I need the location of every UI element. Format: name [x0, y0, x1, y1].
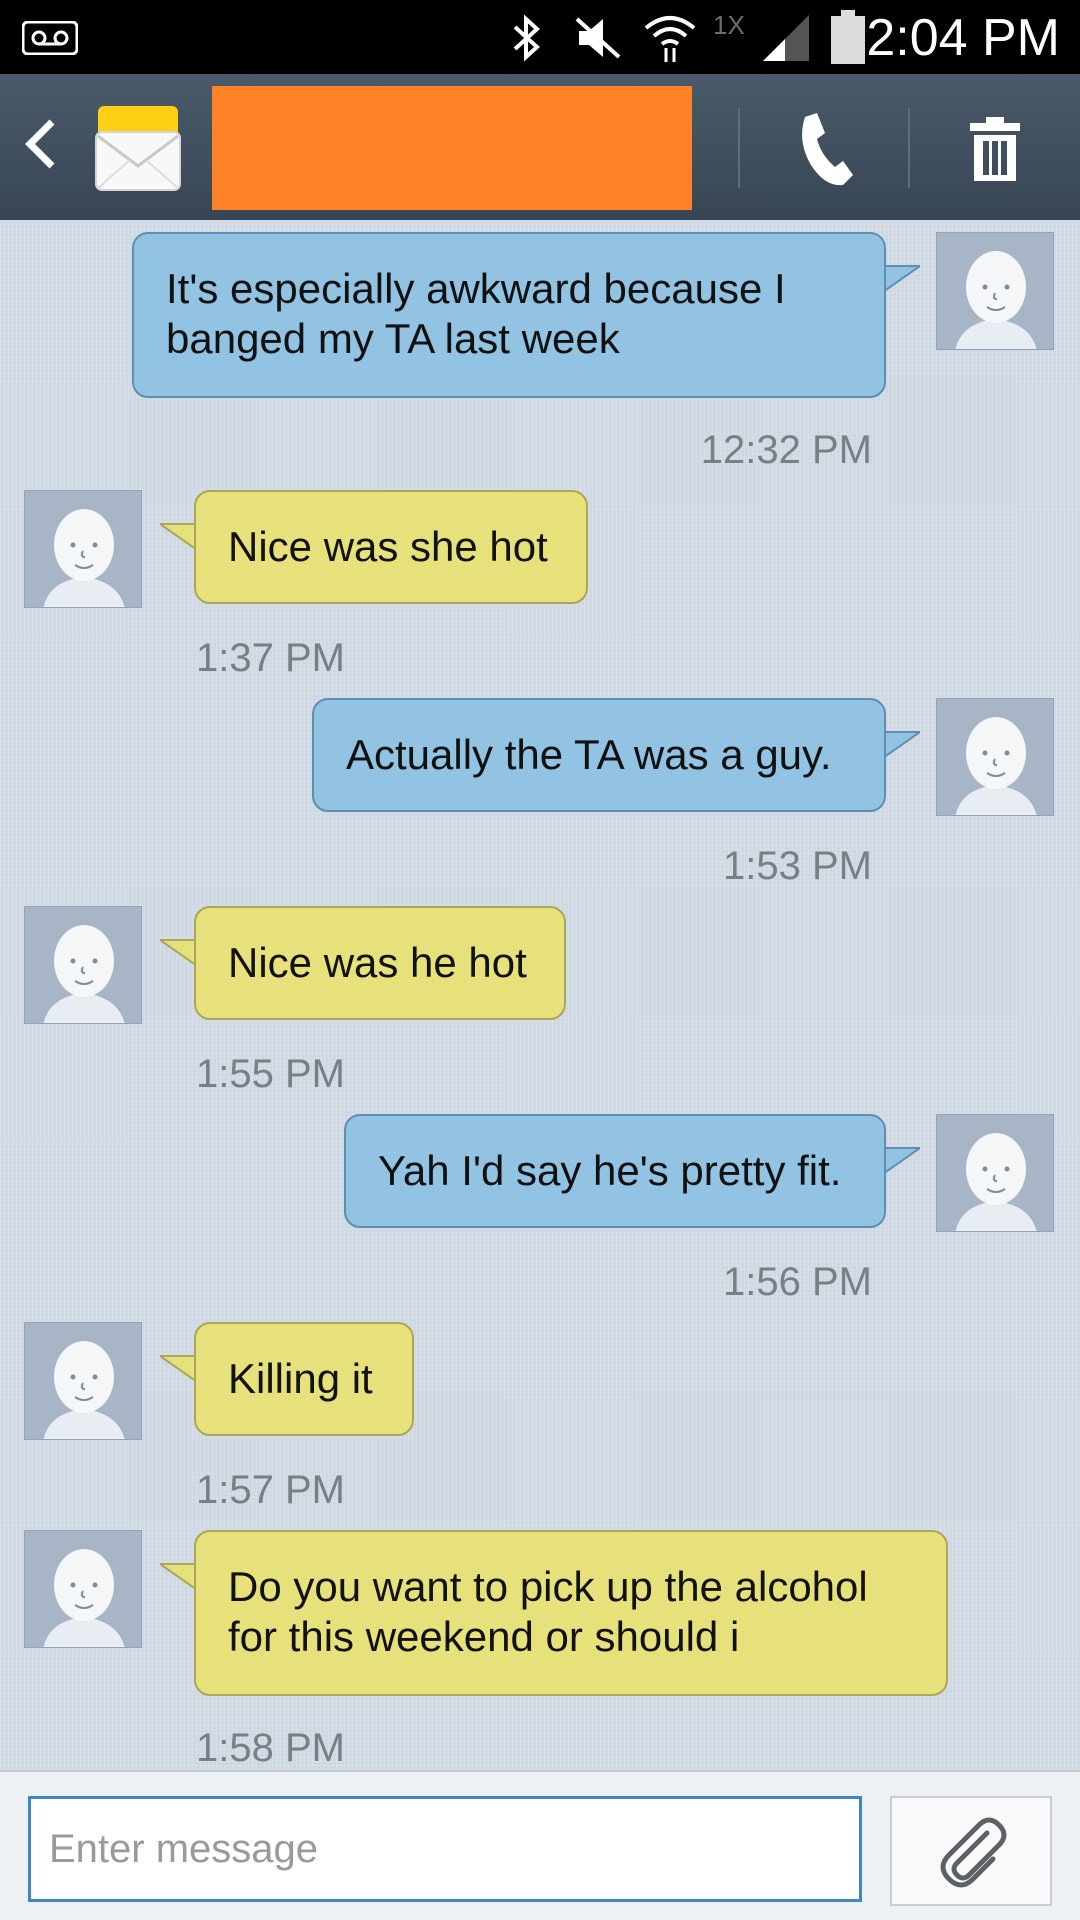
message-timestamp: 1:37 PM [196, 636, 345, 680]
message-input[interactable] [28, 1796, 862, 1902]
network-type-label: 1X [713, 10, 745, 40]
message-text: Nice was he hot [228, 939, 527, 986]
header-divider [738, 108, 740, 188]
bubble-tail [880, 265, 920, 296]
message-text: Nice was she hot [228, 523, 548, 570]
message-timestamp: 12:32 PM [700, 428, 872, 472]
message-timestamp: 1:56 PM [723, 1260, 872, 1304]
avatar[interactable] [936, 232, 1054, 350]
message-text: Do you want to pick up the alcohol for t… [228, 1563, 868, 1660]
message-timestamp: 1:57 PM [196, 1468, 345, 1512]
conversation-header [0, 74, 1080, 220]
delete-button[interactable] [940, 94, 1050, 204]
bubble-tail [880, 1147, 920, 1178]
message-text: Actually the TA was a guy. [346, 731, 832, 778]
signal-icon [760, 10, 812, 66]
paperclip-icon [940, 1817, 1007, 1888]
bubble-tail [880, 731, 920, 762]
battery-icon [826, 10, 870, 66]
message-bubble[interactable]: Yah I'd say he's pretty fit. [344, 1114, 886, 1228]
avatar[interactable] [936, 698, 1054, 816]
message-bubble[interactable]: Killing it [194, 1322, 414, 1436]
bluetooth-icon [504, 10, 550, 66]
message-text: Killing it [228, 1355, 373, 1402]
contact-placeholder-icon [43, 1341, 125, 1439]
message-timestamp: 1:53 PM [723, 844, 872, 888]
status-time: 2:04 PM [866, 9, 1060, 67]
avatar[interactable] [24, 490, 142, 608]
messaging-app-icon[interactable] [92, 102, 184, 198]
avatar[interactable] [24, 1530, 142, 1648]
avatar[interactable] [24, 906, 142, 1024]
avatar[interactable] [24, 1322, 142, 1440]
contact-placeholder-icon [955, 717, 1037, 815]
message-bubble[interactable]: It's especially awkward because I banged… [132, 232, 886, 398]
message-bubble[interactable]: Nice was she hot [194, 490, 588, 604]
status-bar: 1X 2:04 PM [0, 0, 1080, 74]
message-timestamp: 1:58 PM [196, 1726, 345, 1770]
message-bubble[interactable]: Actually the TA was a guy. [312, 698, 886, 812]
contact-name-redacted[interactable] [212, 86, 692, 210]
message-bubble[interactable]: Nice was he hot [194, 906, 566, 1020]
message-list[interactable]: It's especially awkward because I banged… [0, 220, 1080, 1770]
contact-placeholder-icon [43, 1549, 125, 1647]
call-icon [802, 113, 853, 186]
back-button[interactable] [20, 114, 70, 184]
call-button[interactable] [770, 94, 880, 204]
avatar[interactable] [936, 1114, 1054, 1232]
message-text: It's especially awkward because I banged… [166, 265, 786, 362]
message-composer [0, 1770, 1080, 1920]
message-text: Yah I'd say he's pretty fit. [378, 1147, 842, 1194]
wifi-icon [640, 10, 700, 66]
message-bubble[interactable]: Do you want to pick up the alcohol for t… [194, 1530, 948, 1696]
contact-placeholder-icon [43, 925, 125, 1023]
contact-placeholder-icon [955, 251, 1037, 349]
delete-icon [970, 117, 1020, 181]
mute-icon [570, 10, 626, 66]
header-divider [908, 108, 910, 188]
back-icon [25, 119, 55, 169]
voicemail-icon [20, 10, 80, 66]
contact-placeholder-icon [955, 1133, 1037, 1231]
message-timestamp: 1:55 PM [196, 1052, 345, 1096]
contact-placeholder-icon [43, 509, 125, 607]
attach-button[interactable] [890, 1796, 1052, 1906]
